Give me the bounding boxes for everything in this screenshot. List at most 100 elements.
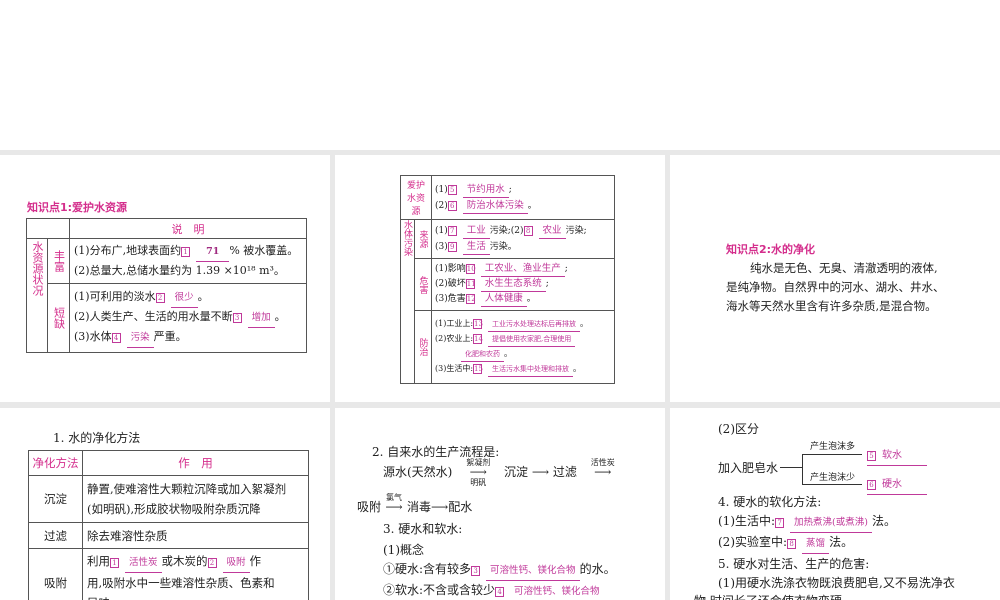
text: 异味: [87, 593, 304, 600]
hard-soft-section: 3. 硬水和软水: (1)概念 ①硬水:含有较多 3 可溶性钙、镁化合物 的水。 ②软…: [383, 519, 616, 600]
text: 海水等天然水里含有许多杂质,是混合物。: [726, 299, 937, 313]
column-header: 净化方法: [28, 450, 83, 476]
text: 。: [274, 310, 286, 323]
text: (如明矾),形成胶状物吸附杂质沉降: [87, 502, 261, 516]
text: 污染;: [565, 226, 587, 236]
blank-number: 14: [473, 334, 483, 344]
text: (1)用硬水洗涤衣物既浪费肥皂,又不易洗净衣: [718, 576, 955, 590]
text: 污染;(2): [489, 226, 524, 236]
flow-step: 源水(天然水): [383, 465, 453, 479]
slide-2[interactable]: 爱护水资源 (1) 5 节约用水; (2) 6 防治水体污染。 水体污染 来源 (1) 7…: [335, 155, 665, 402]
branch-line: [780, 467, 802, 468]
arrow-label: 氯气: [386, 493, 403, 502]
blank-number: 12: [465, 294, 476, 304]
blank-number: 7: [447, 226, 457, 236]
blank-number: 3: [471, 566, 481, 576]
text: (2)区分: [718, 422, 759, 436]
arrow-label: 明矾: [470, 478, 487, 487]
answer-blank: 软水: [882, 450, 902, 461]
answer-blank: 很少: [170, 289, 198, 308]
blank-number: 8: [523, 226, 533, 236]
answer-blank: 硬水: [882, 479, 902, 490]
softening-section: 4. 硬水的软化方法: (1)生活中: 7 加热煮沸(或煮沸) 法。 (2)实验室中:…: [718, 492, 955, 592]
text: (2)实验室中:: [718, 535, 788, 549]
label-short: 短缺: [47, 283, 70, 353]
slide-6[interactable]: (2)区分 加入肥皂水 产生泡沫多 产生泡沫少 5 软水 6 硬水 4. 硬水的软化…: [670, 408, 1000, 600]
intro-paragraph: 纯水是无色、无臭、清澈透明的液体, 是纯净物。自然界中的河水、湖水、井水、 海水…: [726, 259, 945, 316]
arrow-icon: 氯气 ⟶: [381, 493, 407, 516]
blank-number: 4: [111, 333, 121, 343]
slide-5[interactable]: 2. 自来水的生产流程是: 源水(天然水) 絮凝剂 ⟶ 明矾 沉淀 ⟶ 过滤 活性炭…: [335, 408, 665, 600]
column-header: 作 用: [82, 450, 309, 476]
text: (2)总量大,总储水量约为 1.39 ×10¹⁸ m³。: [74, 264, 285, 277]
blank-number: 3: [232, 313, 242, 323]
text: (1): [435, 184, 448, 195]
flow-line-1: 源水(天然水) 絮凝剂 ⟶ 明矾 沉淀 ⟶ 过滤 活性炭 ⟶: [383, 458, 625, 487]
slide-1[interactable]: 知识点1:爱护水资源 说 明 水资源状况 丰富 (1)分布广,地球表面约 1 71%…: [0, 155, 330, 402]
label-rich: 丰富: [47, 238, 70, 284]
text: 加入肥皂水: [718, 461, 779, 475]
answer-blank: 可溶性钙、镁化合物: [486, 562, 580, 581]
text: 法。: [829, 535, 854, 549]
answer-blank: 71: [196, 243, 230, 262]
branch-label: 产生泡沫多: [810, 442, 856, 452]
answer-blank: 活性炭: [125, 554, 162, 573]
slide-3[interactable]: 知识点2:水的净化 纯水是无色、无臭、清澈透明的液体, 是纯净物。自然界中的河水…: [670, 155, 1000, 402]
blank-number: 4: [495, 587, 505, 597]
answer-blank: 人体健康: [480, 292, 527, 307]
heading: 4. 硬水的软化方法:: [718, 495, 822, 509]
flow-step: 过滤: [552, 465, 577, 479]
blank-number: 2: [155, 293, 165, 303]
text: (3)生活中:: [435, 364, 474, 373]
blank-number: 2: [207, 558, 217, 568]
blank-number: 10: [465, 264, 476, 274]
text: 用,吸附水中一些难溶性杂质、色素和: [87, 576, 275, 590]
flow-step: 吸附: [357, 500, 382, 514]
text: ;: [508, 184, 512, 195]
blank-number: 9: [447, 242, 457, 252]
heading: 3. 硬水和软水:: [383, 522, 463, 536]
text: (2)农业上:: [435, 334, 474, 343]
label-source: 来源: [414, 219, 432, 259]
answer-blank: 生活污水集中处理和排放: [488, 363, 574, 377]
text: ①硬水:含有较多: [383, 562, 472, 576]
text: ;: [545, 279, 549, 289]
top-blank-area: [0, 0, 1000, 150]
answer-blank: 工业: [462, 223, 490, 239]
flow-line-2: 吸附 氯气 ⟶ 消毒⟶配水: [357, 493, 472, 516]
slide-4[interactable]: 1. 水的净化方法 净化方法作 用 沉淀 静置,使难溶性大颗粒沉降或加入絮凝剂 (如…: [0, 408, 330, 600]
blank-number: 5: [867, 451, 876, 461]
text: 。: [504, 349, 512, 358]
row-label-status: 水资源状况: [26, 238, 48, 353]
text: 法。: [871, 514, 896, 528]
branch-label: 产生泡沫少: [810, 473, 856, 483]
text: (3): [435, 242, 448, 252]
text: 的水。: [579, 562, 616, 576]
text: 污染。: [489, 242, 517, 252]
text: % 被水覆盖。: [229, 244, 299, 257]
text: 。: [526, 294, 536, 304]
blank-number: 8: [787, 539, 797, 549]
flow-step: 沉淀: [504, 465, 529, 479]
pollution-table: 爱护水资源 (1) 5 节约用水; (2) 6 防治水体污染。 水体污染 来源 (1) 7…: [400, 175, 615, 384]
text: 利用: [87, 554, 110, 568]
text: (3)水体: [74, 330, 112, 343]
answer-blank: 防治水体污染: [462, 198, 528, 214]
text: 严重。: [153, 330, 187, 343]
text: 。: [527, 200, 537, 211]
blank-number: 15: [473, 364, 483, 374]
text: ;: [564, 264, 568, 274]
blank-number: 1: [181, 247, 191, 257]
answer-blank: 化肥和农药: [461, 348, 504, 362]
answer-blank: 提倡使用农家肥,合理使用: [488, 333, 576, 347]
answer-blank: 吸附: [222, 554, 250, 573]
label-protect: 爱护水资源: [400, 175, 432, 220]
answer-blank: 节约用水: [462, 182, 509, 198]
heading: 5. 硬水对生活、生产的危害:: [718, 557, 870, 571]
text: (2)破坏: [435, 279, 466, 289]
arrow-icon: 絮凝剂 ⟶ 明矾: [456, 458, 500, 487]
arrow-label: 絮凝剂: [466, 458, 491, 467]
text: (1)影响: [435, 264, 466, 274]
blank-number: 1: [110, 558, 119, 568]
method-cell: 过滤: [28, 522, 83, 549]
